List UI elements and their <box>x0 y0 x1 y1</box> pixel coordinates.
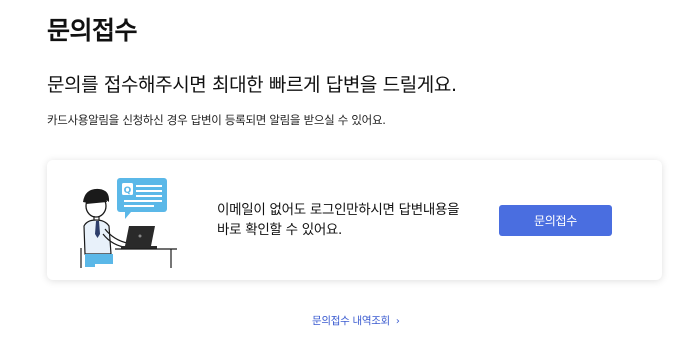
inquiry-page: 문의접수 문의를 접수해주시면 최대한 빠르게 답변을 드릴게요. 카드사용알림… <box>0 0 700 347</box>
submit-inquiry-button[interactable]: 문의접수 <box>499 205 612 236</box>
page-title: 문의접수 <box>47 16 138 45</box>
inquiry-card: Q 이메일이 없어도 로그인만하시면 답변내용을 바로 확인할 수 있어요. 문… <box>47 160 662 280</box>
person-at-laptop-illustration: Q <box>80 178 177 268</box>
bubble-letter: Q <box>124 186 132 196</box>
chevron-right-icon: › <box>395 316 400 327</box>
message-line-2: 바로 확인할 수 있어요. <box>217 222 343 238</box>
login-benefit-message: 이메일이 없어도 로그인만하시면 답변내용을 바로 확인할 수 있어요. <box>217 200 467 240</box>
laptop-icon <box>121 226 157 249</box>
message-line-1: 이메일이 없어도 로그인만하시면 답변내용을 <box>217 202 460 218</box>
inquiry-history-label: 문의접수 내역조회 <box>312 315 390 327</box>
headline: 문의를 접수해주시면 최대한 빠르게 답변을 드릴게요. <box>47 74 457 96</box>
inquiry-history-link[interactable]: 문의접수 내역조회 › <box>312 313 400 328</box>
speech-bubble-icon: Q <box>117 178 167 219</box>
notification-notice: 카드사용알림을 신청하신 경우 답변이 등록되면 알림을 받으실 수 있어요. <box>47 113 386 127</box>
